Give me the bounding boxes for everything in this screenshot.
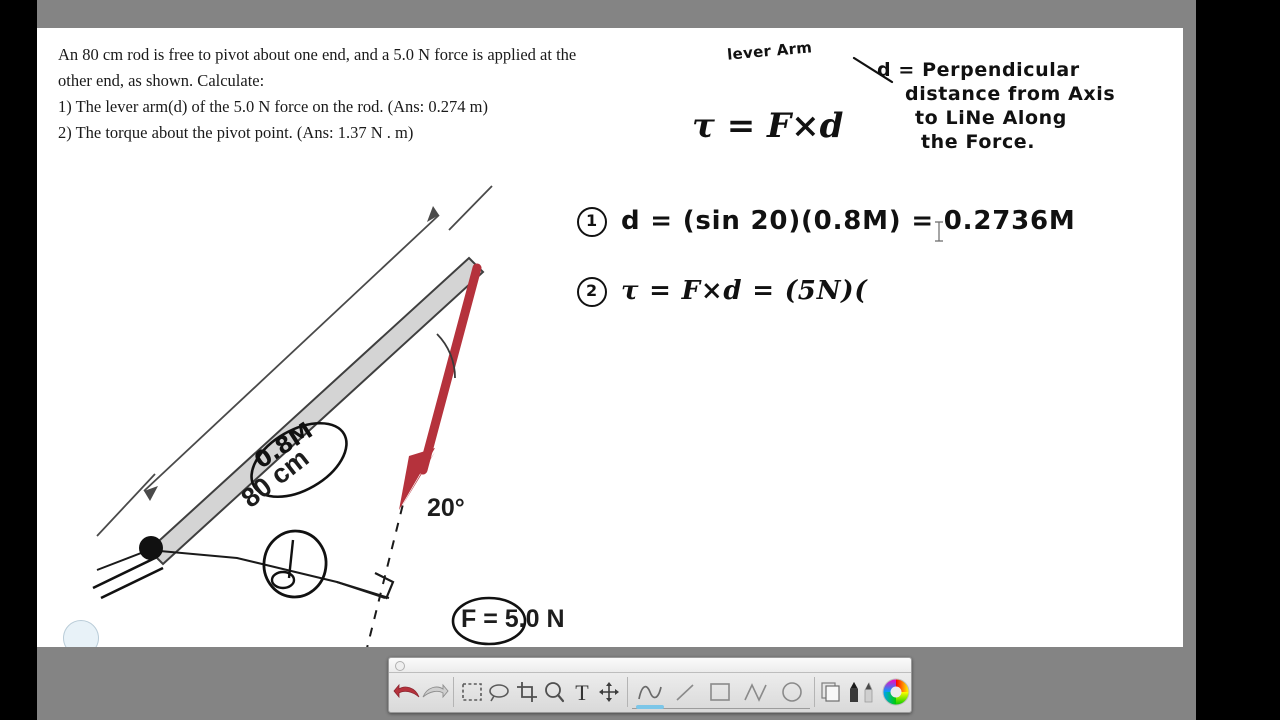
zoom-button[interactable] [540,674,568,710]
step-1-text: d = (sin 20)(0.8M) = 0.2736M [621,206,1076,236]
freehand-curve-button[interactable] [632,674,668,710]
toolbar-divider-3 [813,677,815,707]
whiteboard-page: An 80 cm rod is free to pivot about one … [37,28,1183,647]
pens-icon [850,682,873,703]
color-wheel-icon [882,678,910,706]
move-icon [599,682,620,702]
problem-line-4: 2) The torque about the pivot point. (An… [58,123,414,142]
layers-icon [821,682,841,702]
lasso-select-icon [489,684,509,702]
zoom-icon [545,682,565,703]
text-cursor-icon [935,221,943,242]
screen: An 80 cm rod is free to pivot about one … [0,0,1280,720]
toolbar-divider-1 [453,677,454,707]
toolbar-tools: T [389,673,911,711]
definition-line-2: distance from Axis [905,83,1116,105]
move-button[interactable] [596,674,624,710]
problem-statement: An 80 cm rod is free to pivot about one … [58,42,758,146]
color-wheel-button[interactable] [880,674,911,710]
problem-line-1: An 80 cm rod is free to pivot about one … [58,45,577,64]
crop-icon [516,682,537,702]
undo-icon [393,683,420,699]
undo-button[interactable] [393,674,421,710]
rectangular-select-icon [461,683,482,701]
text-icon: T [575,681,589,703]
polyline-icon [744,683,767,702]
length-dimension-line [96,185,493,537]
torque-formula: τ = F×d [692,106,844,146]
pivot-dot-icon [139,536,163,560]
active-tool-indicator [635,705,664,709]
line-icon [676,684,694,701]
ellipse-button[interactable] [774,674,810,710]
text-button[interactable]: T [568,674,596,710]
force-line-extension [366,487,408,647]
force-label: F = 5.0 N [461,605,565,633]
redo-icon [422,683,449,699]
definition-line-1: d = Perpendicular [877,59,1080,81]
toolbar-divider-2 [627,677,628,707]
rectangle-icon [710,683,730,701]
shape-tool-group [631,673,810,711]
ellipse-icon [782,682,802,702]
rectangular-select-button[interactable] [458,674,486,710]
line-button[interactable] [668,674,702,710]
axis-hatch-icon [92,556,164,600]
definition-line-3: to LiNe Along [915,107,1067,129]
polyline-button[interactable] [738,674,774,710]
problem-line-3: 1) The lever arm(d) of the 5.0 N force o… [58,97,488,116]
annotation-toolbar: T [388,657,912,713]
toolbar-titlebar[interactable] [389,658,911,673]
crop-button[interactable] [513,674,541,710]
solution-step-1: 1d = (sin 20)(0.8M) = 0.2736M [577,206,1076,237]
freehand-curve-icon [638,685,662,700]
lever-arm-annotation-circle [262,529,328,599]
step-2-text: τ = F×d = (5N)( [621,276,868,306]
definition-line-4: the Force. [921,131,1036,153]
layers-button[interactable] [819,674,847,710]
lever-arm-line [336,581,390,599]
rectangle-button[interactable] [702,674,738,710]
toolbar-close-icon[interactable] [395,661,405,671]
svg-text:T: T [575,681,589,703]
ground-line [96,548,386,599]
redo-button[interactable] [421,674,449,710]
lever-arm-d-bowl [270,570,296,590]
angle-label: 20° [427,494,465,522]
pens-button[interactable] [846,674,880,710]
torque-diagram: 80 cm 20° Pivot F = 5.0 N 0.8M Axis [37,158,597,647]
problem-line-2: other end, as shown. Calculate: [58,71,265,90]
lever-arm-definition: d = Perpendicular distance from Axis to Li… [877,58,1115,154]
solution-step-2: 2τ = F×d = (5N)( [577,276,867,307]
lasso-select-button[interactable] [485,674,513,710]
